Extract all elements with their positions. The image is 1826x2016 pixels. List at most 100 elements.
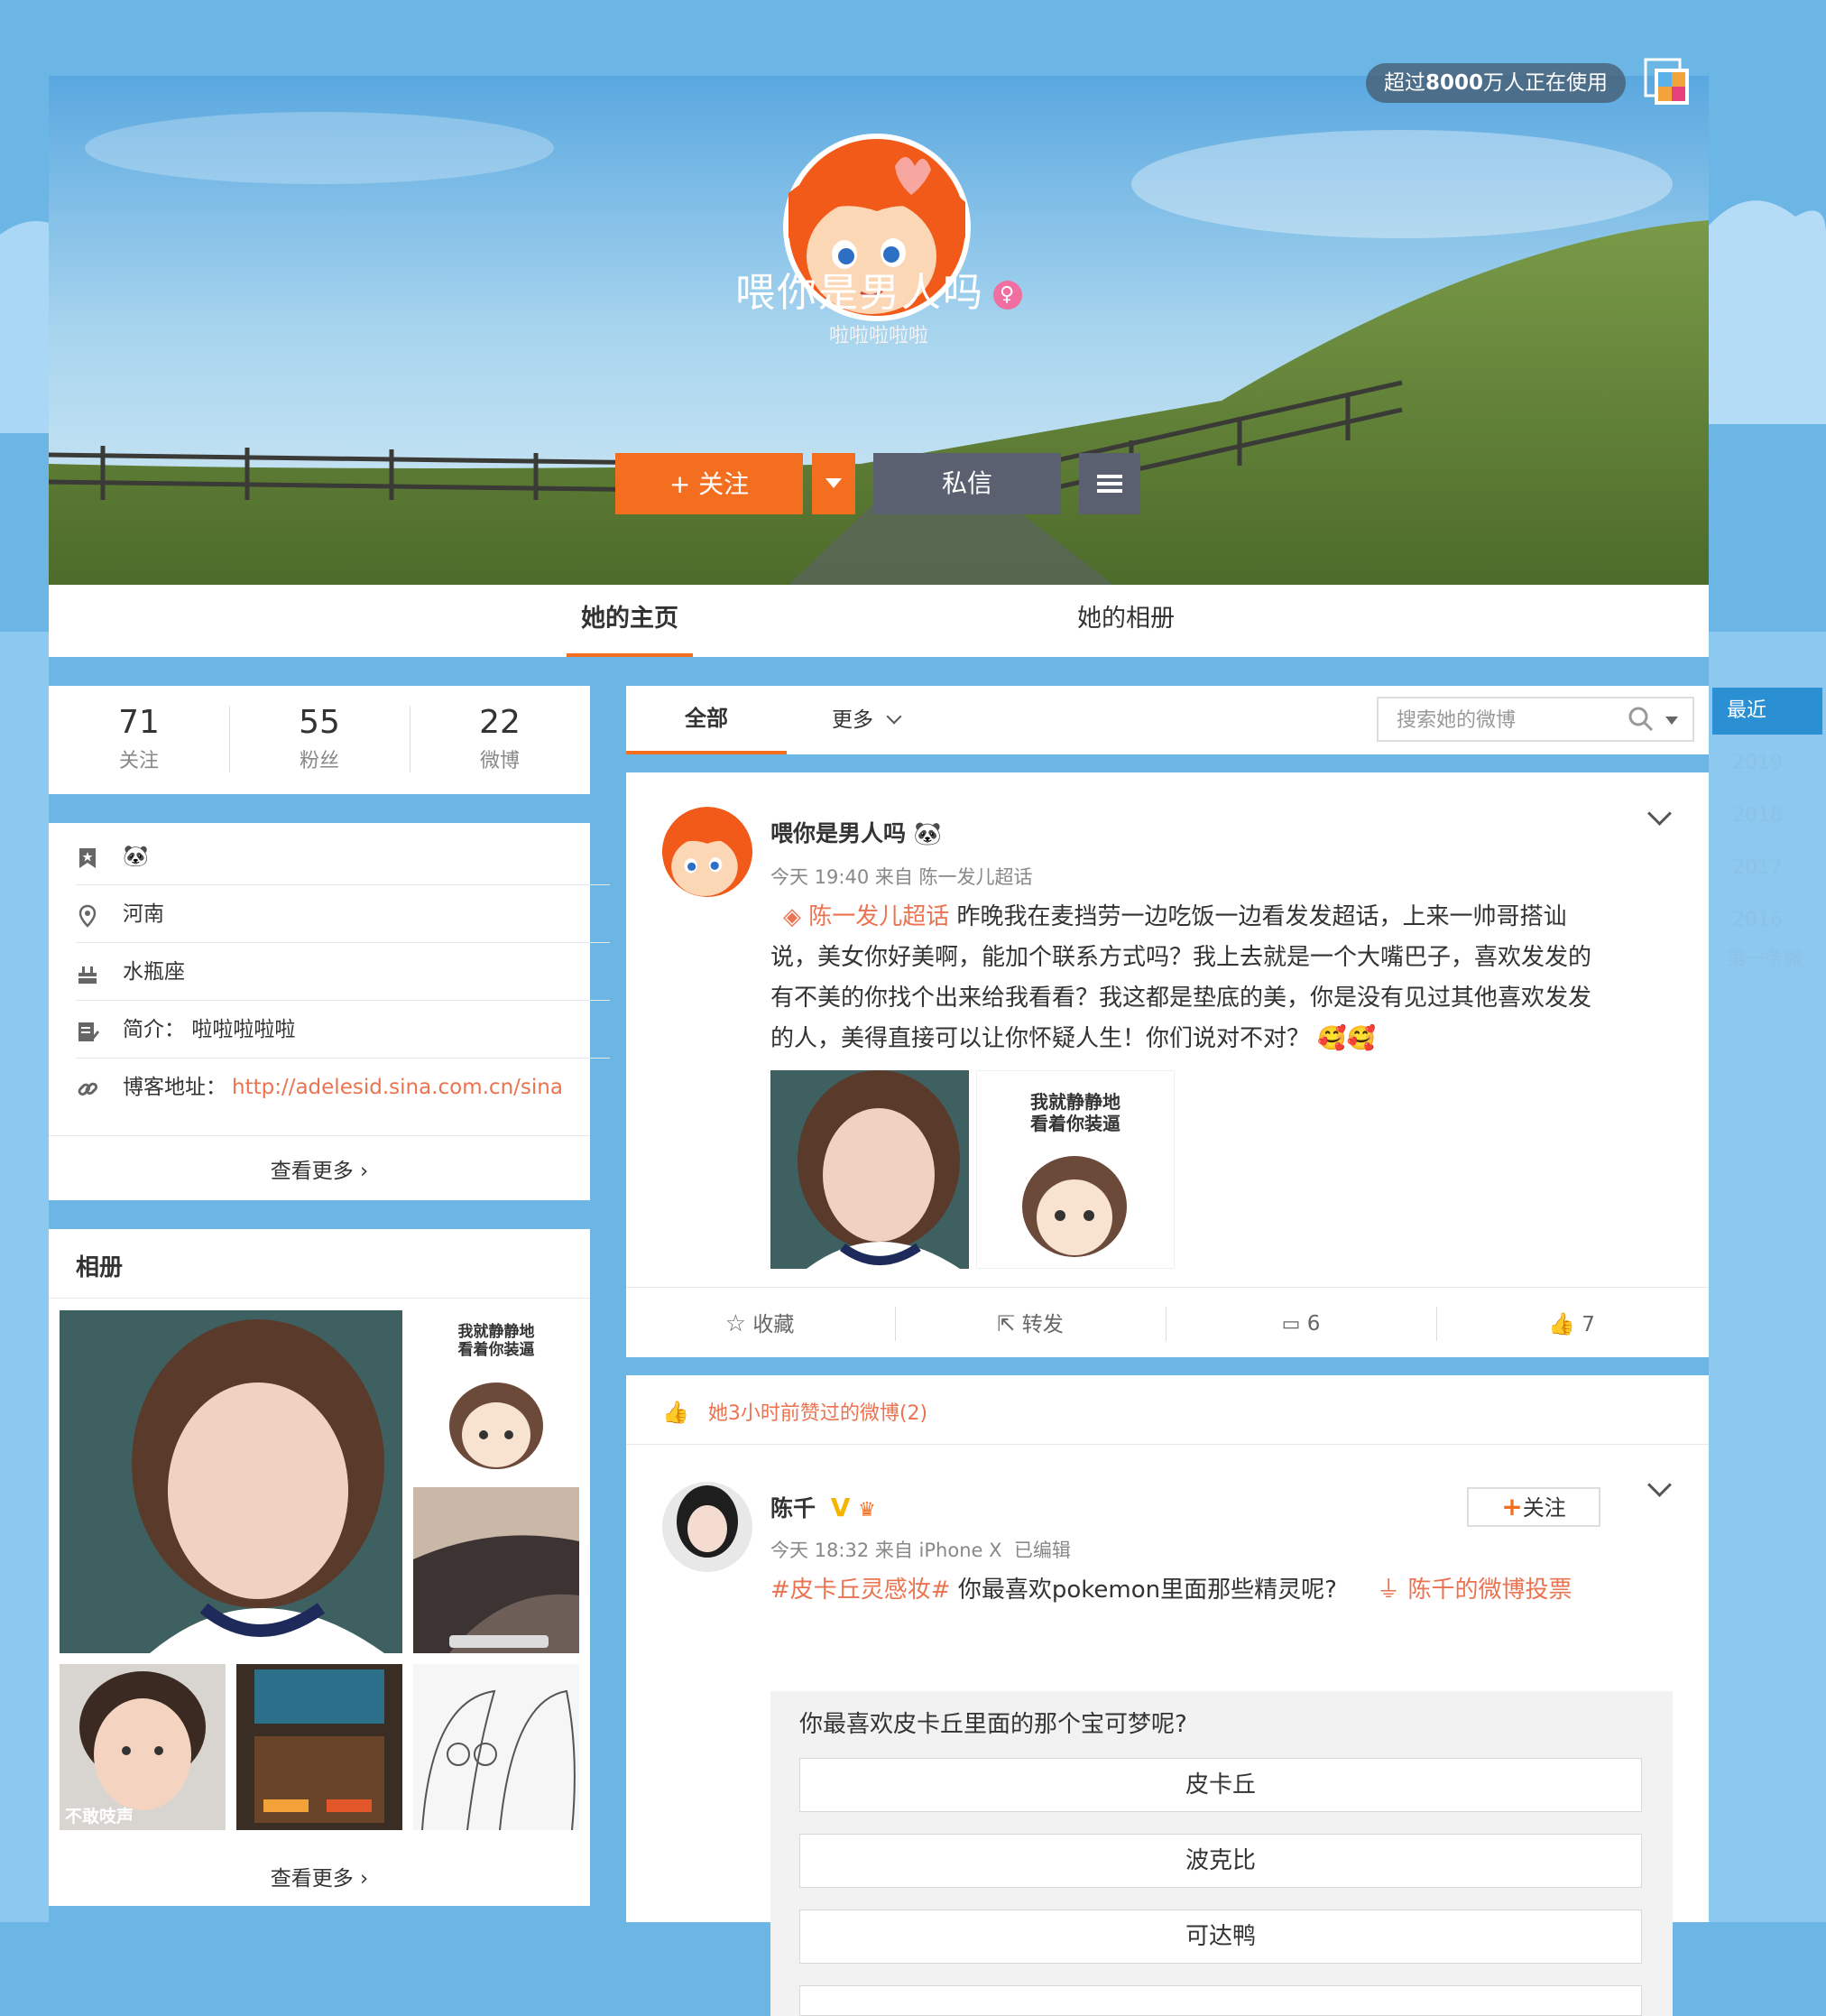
tag-emoji: 🐼: [123, 845, 149, 868]
vote-option[interactable]: 皮卡丘: [799, 1758, 1642, 1812]
profile-tabbar: 她的主页 她的相册: [49, 585, 1709, 657]
album-photo[interactable]: 不敢吱声: [60, 1664, 226, 1830]
album-photo[interactable]: [236, 1664, 402, 1830]
info-card: 🐼 河南 水瓶座 简介： 啦啦啦啦啦 博客地址： http://adelesid.…: [49, 823, 610, 1200]
post-line-text: 的人，美得直接可以让你怀疑人生！你们说对不对？: [770, 1025, 1311, 1052]
vote-option[interactable]: [799, 1985, 1642, 2016]
search-dropdown-icon[interactable]: [1665, 717, 1678, 725]
vote-card: 你最喜欢皮卡丘里面的那个宝可梦呢? 皮卡丘 波克比 可达鸭: [770, 1691, 1673, 2016]
feed-tab-more[interactable]: 更多: [832, 686, 902, 754]
post-options-chevron-icon[interactable]: [1647, 801, 1672, 826]
stat-weibo[interactable]: 22 微博: [410, 686, 590, 773]
timeline-2019[interactable]: 2019: [1712, 740, 1826, 787]
divider: [49, 1135, 590, 1136]
weibo-post: 喂你是男人吗 🐼 今天 19:40 来自 陈一发儿超话 ◈ 陈一发儿超话 昨晚我…: [626, 772, 1709, 1357]
post-image[interactable]: 我就静静地 看着你装逼: [976, 1070, 1175, 1269]
tab-album[interactable]: 她的相册: [1063, 585, 1189, 657]
album-photo[interactable]: 我就静静地 看着你装逼: [413, 1310, 579, 1476]
blog-text: 博客地址： http://adelesid.sina.com.cn/sina: [123, 1059, 563, 1115]
feed-tab-all[interactable]: 全部: [626, 686, 787, 754]
thumbs-up-icon: 👍: [1548, 1311, 1575, 1336]
intro-value: 啦啦啦啦啦: [191, 1018, 296, 1041]
stat-followers[interactable]: 55 粉丝: [229, 686, 410, 773]
following-count: 71: [118, 704, 160, 741]
birthday-cake-icon: [78, 966, 97, 984]
post-options-chevron-icon[interactable]: [1647, 1473, 1672, 1497]
info-location-row: 河南: [76, 886, 610, 943]
search-icon[interactable]: [1628, 706, 1655, 733]
info-intro-row: 简介： 啦啦啦啦啦: [76, 1002, 610, 1059]
collect-button[interactable]: ☆ 收藏: [626, 1290, 893, 1357]
like-button[interactable]: 👍 7: [1438, 1290, 1705, 1357]
vote-option[interactable]: 可达鸭: [799, 1910, 1642, 1964]
album-more-link[interactable]: 查看更多 ›: [49, 1861, 590, 1891]
post-body: #皮卡丘灵感妆# 你最喜欢pokemon里面那些精灵呢? ⏚ 陈千的微博投票: [770, 1570, 1682, 1611]
repost-button[interactable]: ⇱ 转发: [897, 1290, 1164, 1357]
follow-user-button[interactable]: +关注: [1467, 1487, 1600, 1527]
desktop-wallpaper-image: [413, 1487, 579, 1653]
divider: [626, 1287, 1709, 1288]
follow-label: 关注: [1522, 1495, 1566, 1521]
stat-following[interactable]: 71 关注: [49, 686, 229, 773]
usage-prefix: 超过: [1384, 71, 1425, 95]
change-cover-icon[interactable]: [1644, 58, 1691, 106]
comment-icon: ▭: [1281, 1313, 1301, 1336]
timeline-recent[interactable]: 最近: [1712, 688, 1822, 735]
post-image[interactable]: [770, 1070, 969, 1269]
post-line-text: 昨晚我在麦挡劳一边吃饭一边看发发超话，上来一帅哥搭讪: [956, 903, 1567, 930]
super-topic-link[interactable]: 陈一发儿超话: [808, 903, 949, 930]
weibo-count: 22: [479, 704, 521, 741]
blog-link[interactable]: http://adelesid.sina.com.cn/sina: [232, 1076, 563, 1099]
post-author-text: 喂你是男人吗: [770, 820, 907, 846]
avatar-photo-image: [662, 1482, 752, 1572]
selfie-image: [770, 1070, 969, 1269]
follow-button[interactable]: + 关注: [615, 453, 803, 514]
album-photo[interactable]: [413, 1664, 579, 1830]
share-icon: ⇱: [997, 1311, 1016, 1336]
info-more-link[interactable]: 查看更多 ›: [49, 1153, 590, 1184]
message-button[interactable]: 私信: [873, 453, 1061, 514]
liked-posts-section: 👍 她3小时前赞过的微博(2) 陈千 V ♛ 今天 18:32 来自 iPhon…: [626, 1375, 1709, 2016]
post-avatar[interactable]: [662, 1482, 752, 1572]
post-line: ◈ 陈一发儿超话 昨晚我在麦挡劳一边吃饭一边看发发超话，上来一帅哥搭讪: [770, 897, 1673, 938]
vote-option[interactable]: 波克比: [799, 1834, 1642, 1888]
vote-link[interactable]: 陈千的微博投票: [1407, 1577, 1572, 1604]
liked-header[interactable]: 👍 她3小时前赞过的微博(2): [662, 1397, 927, 1426]
plus-icon: +: [1501, 1492, 1523, 1521]
album-photo[interactable]: [413, 1487, 579, 1653]
divider: [895, 1307, 896, 1341]
timeline-2018[interactable]: 2018: [1712, 792, 1826, 839]
comment-button[interactable]: ▭ 6: [1167, 1290, 1434, 1357]
hashtag-link[interactable]: #皮卡丘灵感妆#: [770, 1577, 951, 1604]
timeline-2017[interactable]: 2017: [1712, 845, 1826, 892]
album-photo[interactable]: [60, 1310, 402, 1653]
blog-label: 博客地址：: [123, 1076, 226, 1099]
intro-text: 简介： 啦啦啦啦啦: [123, 1002, 295, 1058]
usage-badge: 超过8000万人正在使用: [1366, 63, 1627, 103]
tab-home[interactable]: 她的主页: [567, 585, 693, 657]
panda-emoji: 🐼: [913, 820, 942, 846]
female-icon: ♀: [993, 281, 1022, 310]
info-more-text: 查看更多: [270, 1160, 354, 1183]
album-card: 相册 我就静静地 看着你装逼 不敢吱声 查看更多 ›: [49, 1229, 590, 1906]
post-author-name[interactable]: 喂你是男人吗 🐼: [770, 816, 942, 848]
like-count: 7: [1582, 1313, 1595, 1336]
follow-dropdown-button[interactable]: [812, 453, 855, 514]
post-avatar[interactable]: [662, 807, 752, 897]
divider: [1436, 1307, 1437, 1341]
search-input[interactable]: [1395, 706, 1615, 735]
menu-icon-bar: [1097, 489, 1122, 493]
post-body: ◈ 陈一发儿超话 昨晚我在麦挡劳一边吃饭一边看发发超话，上来一帅哥搭讪 说，美女…: [770, 897, 1673, 1059]
usage-suffix: 万人正在使用: [1483, 71, 1609, 95]
vote-icon: ⏚: [1377, 1577, 1401, 1604]
post-author-name[interactable]: 陈千 V ♛: [770, 1491, 876, 1523]
avatar-cartoon-image: [662, 807, 752, 897]
post-line-text: 说，美女你好美啊，能加个联系方式吗？我上去就是一个大嘴巴子，喜欢发发的: [770, 944, 1592, 971]
more-menu-button[interactable]: [1079, 453, 1140, 514]
collect-label: 收藏: [752, 1313, 795, 1336]
post-author-text: 陈千: [770, 1495, 816, 1521]
timeline-first-post[interactable]: 第一条微: [1712, 935, 1826, 982]
usage-number: 8000: [1425, 71, 1484, 95]
edit-note-icon: [78, 1022, 99, 1041]
bookmark-icon: [79, 848, 96, 868]
